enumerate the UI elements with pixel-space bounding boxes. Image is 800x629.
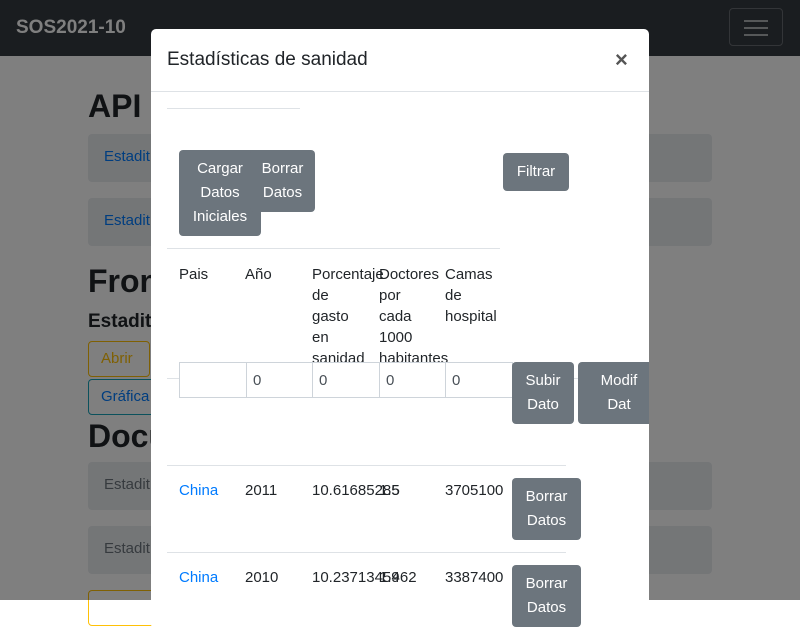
header-health-spending: Porcentaje de gasto en sanidad [312,266,384,367]
row-year: 2010 [245,569,279,586]
modal-body: Cargar Datos Iniciales Borrar Datos Filt… [151,92,649,629]
filter-button[interactable]: Filtrar [503,153,569,191]
delete-all-data-button[interactable]: Borrar Datos [250,150,315,212]
header-doctors: Doctores por cada 1000 habitantes [379,266,449,367]
divider [167,108,300,109]
divider [167,465,566,466]
row-doctors: 1.462 [379,569,417,586]
doctors-input[interactable] [379,362,446,398]
header-country: Pais [179,266,209,283]
year-input[interactable] [246,362,313,398]
row-country-link[interactable]: China [179,567,218,588]
row-beds: 3387400 [445,569,504,586]
modal-title: Estadísticas de sanidad [167,49,368,70]
country-input[interactable] [179,362,247,398]
beds-input[interactable] [445,362,513,398]
modify-data-button[interactable]: Modif Dat [578,362,649,424]
row-country-link[interactable]: China [179,480,218,501]
header-year: Año [245,266,272,283]
upload-data-button[interactable]: Subir Dato [512,362,574,424]
delete-row-button[interactable]: Borrar Datos [512,565,581,627]
close-icon[interactable]: × [615,47,628,73]
delete-row-button[interactable]: Borrar Datos [512,478,581,540]
row-beds: 3705100 [445,482,504,499]
percentage-input[interactable] [312,362,380,398]
divider [167,552,566,553]
row-year: 2011 [245,482,278,499]
modal-header: Estadísticas de sanidad × [151,29,649,92]
row-doctors: 1.5 [379,482,400,499]
header-hospital-beds: Camas de hospital [445,266,497,325]
statistics-modal: Estadísticas de sanidad × Cargar Datos I… [151,29,649,629]
load-initial-data-button[interactable]: Cargar Datos Iniciales [179,150,261,236]
divider [167,248,500,249]
